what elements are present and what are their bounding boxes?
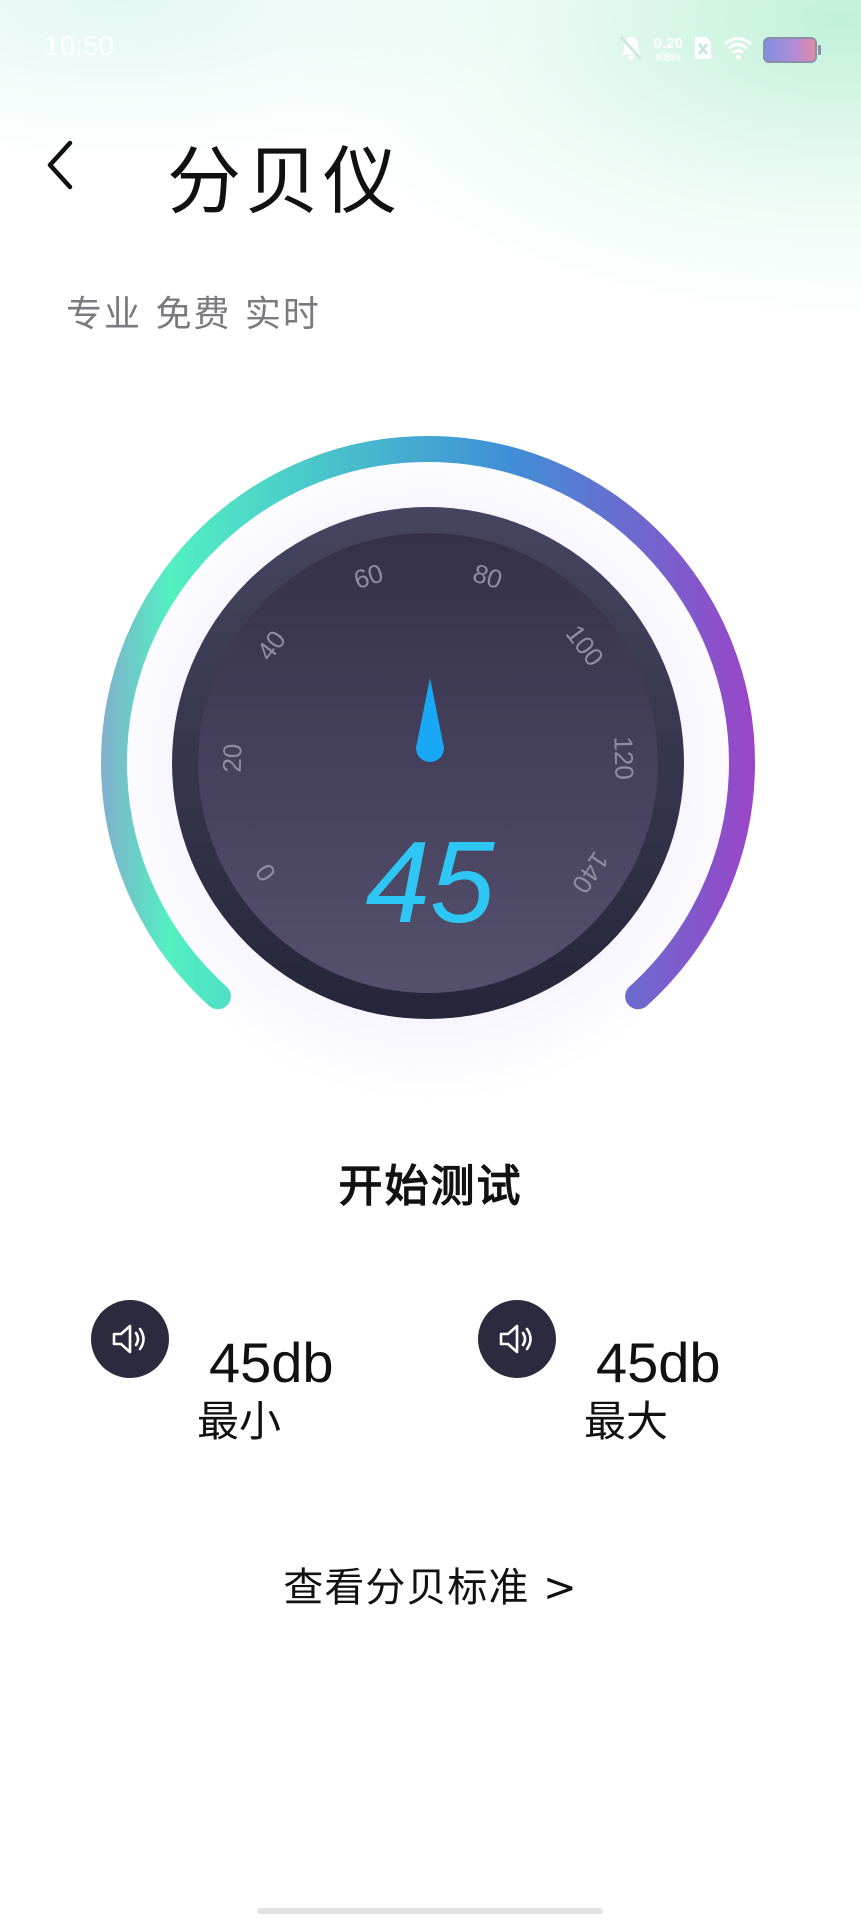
- chevron-left-icon: [47, 140, 73, 190]
- battery-icon: [763, 37, 821, 63]
- page-subtitle: 专业 免费 实时: [66, 294, 321, 335]
- min-label: 最小: [197, 1397, 282, 1446]
- home-indicator[interactable]: [257, 1908, 603, 1914]
- net-speed: 0.20 KB/s: [654, 36, 683, 64]
- back-button[interactable]: [30, 130, 90, 200]
- mute-icon: [618, 34, 644, 66]
- status-time: 10:50: [44, 30, 115, 61]
- wifi-icon: [723, 36, 753, 64]
- net-speed-value: 0.20: [653, 35, 683, 52]
- status-bar: 10:50 0.20 KB/s: [0, 0, 861, 100]
- page-title: 分贝仪: [167, 139, 401, 225]
- gauge-glow: [110, 440, 750, 1100]
- speaker-icon[interactable]: [91, 1300, 169, 1378]
- net-speed-unit: KB/s: [655, 52, 681, 64]
- max-stat: 45db 最大: [478, 1300, 798, 1446]
- status-icons: 0.20 KB/s: [618, 32, 821, 68]
- max-value: 45db: [596, 1331, 721, 1394]
- min-value: 45db: [209, 1331, 334, 1394]
- start-test-button[interactable]: 开始测试: [280, 1150, 581, 1214]
- min-stat: 45db 最小: [91, 1300, 411, 1446]
- speaker-icon[interactable]: [478, 1300, 556, 1378]
- sim-icon: [693, 35, 713, 65]
- max-label: 最大: [584, 1397, 669, 1446]
- gauge-value: 45: [365, 817, 495, 947]
- view-standard-link[interactable]: 查看分贝标准 >: [230, 1555, 631, 1613]
